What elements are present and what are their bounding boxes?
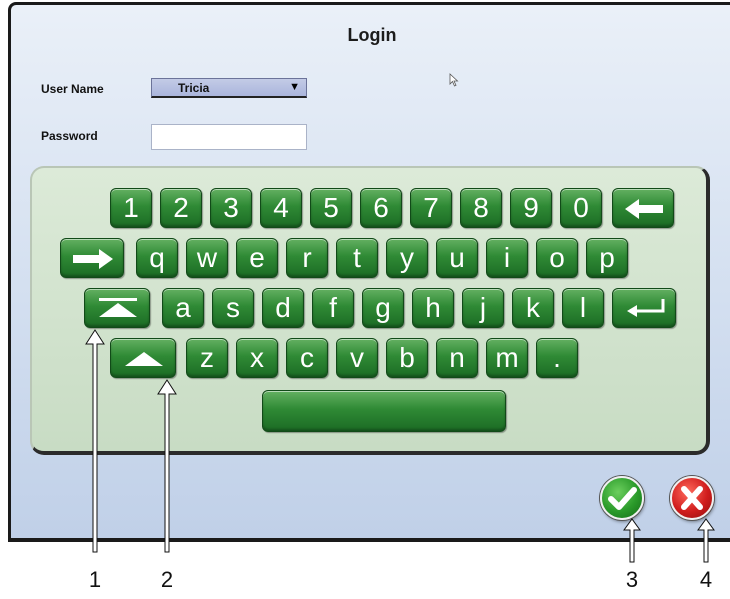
key-u[interactable]: u [436, 238, 478, 278]
callout-4: 4 [699, 567, 713, 592]
callout-2: 2 [160, 567, 174, 592]
key-k[interactable]: k [512, 288, 554, 328]
backspace-arrow-icon [625, 199, 663, 219]
key-p[interactable]: p [586, 238, 628, 278]
key-f[interactable]: f [312, 288, 354, 328]
callout-1: 1 [88, 567, 102, 592]
key-3[interactable]: 3 [210, 188, 252, 228]
key-a[interactable]: a [162, 288, 204, 328]
key-i[interactable]: i [486, 238, 528, 278]
key-2[interactable]: 2 [160, 188, 202, 228]
mouse-cursor-icon [449, 73, 459, 87]
user-name-value: Tricia [178, 81, 210, 95]
key-7[interactable]: 7 [410, 188, 452, 228]
caps-lock-key[interactable] [84, 288, 150, 328]
key-t[interactable]: t [336, 238, 378, 278]
user-name-label: User Name [41, 82, 104, 96]
check-icon [608, 487, 637, 510]
key-4[interactable]: 4 [260, 188, 302, 228]
key-x[interactable]: x [236, 338, 278, 378]
key-y[interactable]: y [386, 238, 428, 278]
key-s[interactable]: s [212, 288, 254, 328]
key-l[interactable]: l [562, 288, 604, 328]
key-9[interactable]: 9 [510, 188, 552, 228]
dialog-title: Login [347, 25, 397, 45]
enter-icon [627, 299, 665, 317]
key-g[interactable]: g [362, 288, 404, 328]
key-8[interactable]: 8 [460, 188, 502, 228]
key-j[interactable]: j [462, 288, 504, 328]
shift-icon [125, 352, 163, 366]
key-m[interactable]: m [486, 338, 528, 378]
x-icon [681, 486, 703, 510]
callout-3: 3 [625, 567, 639, 592]
key-e[interactable]: e [236, 238, 278, 278]
key-5[interactable]: 5 [310, 188, 352, 228]
key-d[interactable]: d [262, 288, 304, 328]
key-r[interactable]: r [286, 238, 328, 278]
space-bar[interactable] [262, 390, 506, 432]
key-c[interactable]: c [286, 338, 328, 378]
key-period[interactable]: . [536, 338, 578, 378]
password-label: Password [41, 129, 98, 143]
on-screen-keyboard: 1 2 3 4 5 6 7 8 9 0 q w e r t y u i o p … [30, 166, 710, 455]
key-b[interactable]: b [386, 338, 428, 378]
cancel-button[interactable] [670, 476, 714, 520]
ok-button[interactable] [600, 476, 644, 520]
key-h[interactable]: h [412, 288, 454, 328]
shift-key[interactable] [110, 338, 176, 378]
key-n[interactable]: n [436, 338, 478, 378]
key-w[interactable]: w [186, 238, 228, 278]
key-1[interactable]: 1 [110, 188, 152, 228]
caps-lock-icon [99, 298, 137, 317]
tab-arrow-icon [73, 249, 113, 269]
key-o[interactable]: o [536, 238, 578, 278]
key-6[interactable]: 6 [360, 188, 402, 228]
enter-key[interactable] [612, 288, 676, 328]
user-name-select[interactable]: Tricia ▼ [151, 78, 307, 98]
backspace-key[interactable] [612, 188, 674, 228]
key-z[interactable]: z [186, 338, 228, 378]
key-0[interactable]: 0 [560, 188, 602, 228]
password-field[interactable] [151, 124, 307, 150]
dropdown-arrow-icon[interactable]: ▼ [289, 81, 300, 93]
key-q[interactable]: q [136, 238, 178, 278]
tab-key[interactable] [60, 238, 124, 278]
key-v[interactable]: v [336, 338, 378, 378]
